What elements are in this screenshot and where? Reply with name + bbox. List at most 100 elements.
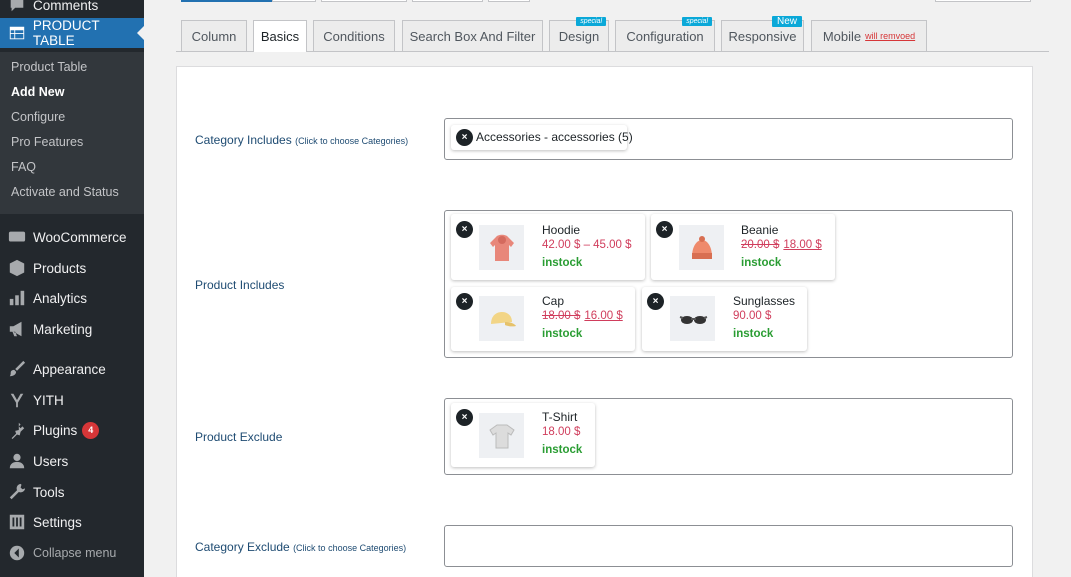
user-icon — [7, 451, 27, 471]
cutoff-element — [272, 0, 316, 2]
cutoff-element — [935, 0, 1031, 2]
tab-configuration[interactable]: Configuration special — [615, 17, 715, 51]
product-includes-select[interactable]: × Hoodie 42.00 $ – 45.00 $ instock × Bea… — [444, 210, 1013, 358]
tab-conditions[interactable]: Conditions — [313, 20, 395, 51]
menu-item-appearance[interactable]: Appearance — [0, 354, 144, 384]
megaphone-icon — [7, 319, 27, 339]
comment-icon — [7, 0, 27, 15]
beanie-thumbnail — [679, 225, 724, 270]
cap-thumbnail — [479, 296, 524, 341]
menu-item-marketing[interactable]: Marketing — [0, 314, 144, 344]
label-text: Product Includes — [195, 278, 285, 292]
menu-item-tools[interactable]: Tools — [0, 477, 144, 507]
plugins-update-badge: 4 — [82, 421, 100, 439]
product-name: Cap — [542, 294, 565, 308]
stock-status: instock — [741, 257, 782, 269]
menu-label: PRODUCT TABLE — [32, 18, 100, 48]
menu-label: Settings — [33, 514, 82, 530]
product-chip-hoodie: × Hoodie 42.00 $ – 45.00 $ instock — [451, 214, 645, 280]
menu-label: Users — [33, 453, 69, 469]
table-icon — [7, 23, 27, 43]
tab-label: Responsive — [728, 28, 797, 44]
menu-label: Analytics — [33, 290, 88, 306]
remove-product-button[interactable]: × — [456, 221, 473, 238]
admin-sidebar: Comments PRODUCT TABLE Product Table Add… — [0, 0, 145, 577]
sunglasses-thumbnail — [670, 296, 715, 341]
remove-chip-button[interactable]: × — [456, 129, 473, 146]
tab-design[interactable]: Design special — [549, 17, 609, 51]
label-text: Product Exclude — [195, 430, 283, 444]
menu-label: Tools — [33, 484, 65, 500]
label-hint: (Click to choose Categories) — [295, 136, 409, 146]
sliders-icon — [7, 512, 27, 532]
menu-item-users[interactable]: Users — [0, 446, 144, 476]
bar-chart-icon — [7, 288, 27, 308]
tab-search-box-filter[interactable]: Search Box And Filter — [402, 20, 543, 51]
collapse-label: Collapse menu — [33, 546, 117, 560]
product-exclude-select[interactable]: × T-Shirt 18.00 $ instock — [444, 398, 1013, 475]
tab-label: Design — [558, 28, 600, 44]
category-exclude-label: Category Exclude (Click to choose Catego… — [195, 540, 406, 554]
menu-item-plugins[interactable]: Plugins 4 — [0, 415, 144, 445]
product-name: Sunglasses — [733, 294, 796, 308]
remove-product-button[interactable]: × — [647, 293, 664, 310]
menu-item-products[interactable]: Products — [0, 253, 144, 283]
menu-label: Appearance — [33, 361, 106, 377]
menu-item-comments[interactable]: Comments — [0, 0, 144, 20]
yith-icon — [7, 390, 27, 410]
special-badge: special — [576, 17, 606, 26]
product-price: 20.00 $18.00 $ — [741, 239, 822, 251]
product-price: 42.00 $ – 45.00 $ — [542, 239, 632, 251]
chip-label: Accessories - accessories (5) — [476, 130, 633, 144]
product-price: 18.00 $16.00 $ — [542, 310, 623, 322]
product-name: T-Shirt — [542, 410, 578, 424]
submenu-item-product-table[interactable]: Product Table — [11, 60, 87, 74]
tab-label: Basics — [260, 29, 300, 44]
category-includes-select[interactable]: × Accessories - accessories (5) — [444, 118, 1013, 160]
menu-item-product-table[interactable]: PRODUCT TABLE — [0, 18, 145, 48]
submenu-item-pro-features[interactable]: Pro Features — [11, 135, 83, 149]
product-chip-sunglasses: × Sunglasses 90.00 $ instock — [642, 287, 807, 351]
menu-item-woocommerce[interactable]: WooCommerce — [0, 222, 144, 252]
tab-responsive[interactable]: Responsive New — [721, 16, 804, 51]
submenu-item-faq[interactable]: FAQ — [11, 160, 36, 174]
menu-item-analytics[interactable]: Analytics — [0, 283, 144, 313]
menu-label: Marketing — [33, 321, 93, 337]
paintbrush-icon — [7, 359, 27, 379]
product-chip-cap: × Cap 18.00 $16.00 $ instock — [451, 287, 635, 351]
label-hint: (Click to choose Categories) — [293, 543, 407, 553]
menu-item-yith[interactable]: YITH — [0, 385, 144, 415]
new-badge: New — [771, 16, 802, 27]
tshirt-thumbnail — [479, 413, 524, 458]
product-includes-label: Product Includes — [195, 278, 284, 292]
will-removed-note: will remvoed — [865, 31, 916, 41]
product-exclude-label: Product Exclude — [195, 430, 282, 444]
collapse-arrow-icon — [7, 543, 27, 563]
submenu-item-add-new[interactable]: Add New — [11, 85, 64, 99]
remove-product-button[interactable]: × — [456, 409, 473, 426]
cutoff-element — [488, 0, 530, 2]
tab-column[interactable]: Column — [181, 20, 247, 51]
menu-label: WooCommerce — [33, 229, 127, 245]
category-exclude-select[interactable] — [444, 525, 1013, 567]
tab-label: Configuration — [626, 28, 704, 44]
sale-price: 18.00 $ — [783, 239, 822, 251]
cutoff-element — [321, 0, 407, 2]
tab-label: Mobile — [822, 28, 862, 44]
collapse-menu-button[interactable]: Collapse menu — [0, 538, 144, 568]
product-price: 18.00 $ — [542, 426, 581, 438]
tab-basics[interactable]: Basics — [253, 20, 307, 52]
menu-label: Comments — [33, 0, 99, 13]
menu-item-settings[interactable]: Settings — [0, 507, 144, 537]
remove-product-button[interactable]: × — [656, 221, 673, 238]
submenu-item-configure[interactable]: Configure — [11, 110, 65, 124]
cube-icon — [7, 258, 27, 278]
special-badge: special — [682, 17, 712, 26]
product-price: 90.00 $ — [733, 310, 772, 322]
remove-product-button[interactable]: × — [456, 293, 473, 310]
submenu-item-activate-status[interactable]: Activate and Status — [11, 185, 119, 199]
stock-status: instock — [542, 257, 583, 269]
regular-price: 18.00 $ — [542, 310, 581, 322]
product-name: Hoodie — [542, 223, 581, 237]
tab-mobile[interactable]: Mobile will remvoed — [811, 20, 927, 51]
